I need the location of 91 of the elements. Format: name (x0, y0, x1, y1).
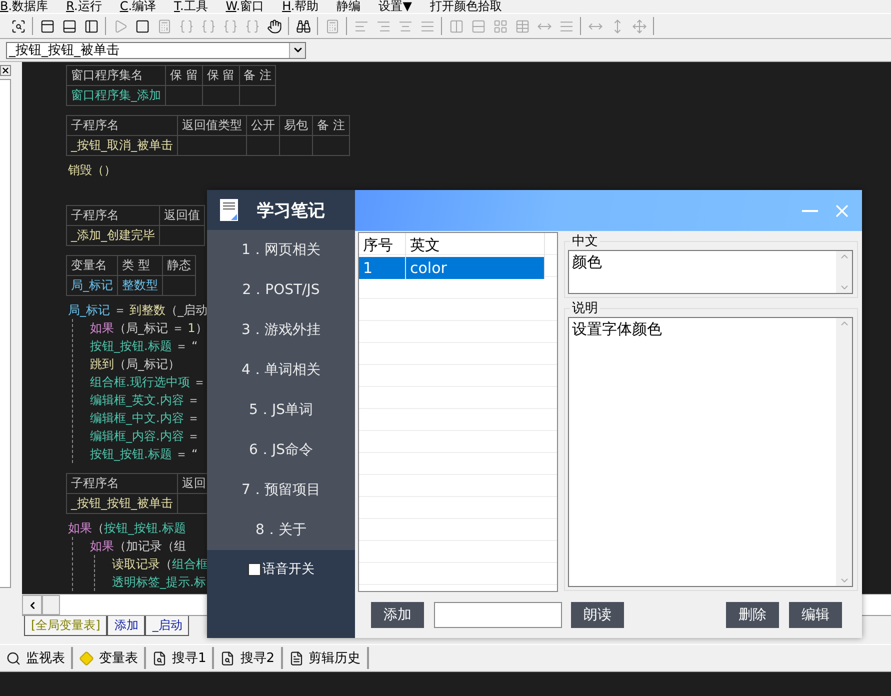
code-line: 局_标记 ＝ 到整数（_启动 (68, 302, 208, 319)
input-field[interactable] (434, 602, 562, 628)
hand-icon[interactable] (265, 17, 283, 35)
table-header-cell: 备 注 (312, 116, 350, 136)
nav-item[interactable]: 6．JS命令 (207, 430, 355, 470)
code-tab[interactable]: _启动 (145, 616, 190, 636)
caret-icon (289, 42, 305, 58)
nav-item[interactable]: 3．游戏外挂 (207, 310, 355, 350)
document-icon (288, 650, 304, 666)
table-cell: _按钮_取消_被单击 (66, 136, 178, 156)
panel-tab-label: 变量表 (99, 650, 138, 667)
menu-item[interactable]: 打开颜色拾取 (430, 0, 502, 13)
panel-tab[interactable]: 变量表 (73, 647, 146, 669)
code-tab[interactable]: 添加 (107, 616, 146, 636)
code-line: 跳到（局_标记） (90, 356, 180, 373)
notepad-icon (219, 198, 239, 222)
scroll-thumb[interactable] (42, 595, 60, 615)
nav-item[interactable]: 8．关于 (207, 510, 355, 550)
table-header-cell: 类 型 (118, 256, 162, 276)
nav-item[interactable]: 2．POST/JS (207, 270, 355, 310)
minimize-icon (802, 210, 818, 212)
panel-tab[interactable]: 监视表 (0, 647, 73, 669)
table-header-cell: 子程序名 (66, 474, 178, 494)
menu-item[interactable]: 静编 (336, 0, 361, 13)
menu-item[interactable]: C.编译 (120, 0, 156, 13)
close-button[interactable] (0, 65, 11, 76)
panel-tab[interactable]: 剪辑历史 (282, 647, 369, 669)
nav-item[interactable]: 1．网页相关 (207, 230, 355, 270)
table-header-cell: 窗口程序集名 (66, 66, 166, 86)
table-header-cell: 易包 (280, 116, 312, 136)
menu-item[interactable]: 设置▼ (378, 0, 412, 13)
group-label: 中文 (571, 233, 599, 250)
code-tab[interactable]: [全局变量表] (24, 616, 108, 636)
table-cell: 整数型 (118, 276, 162, 296)
menu-item[interactable]: B.数据库 (0, 0, 48, 13)
magnifier-icon (6, 650, 21, 666)
menu-item[interactable]: R.运行 (66, 0, 102, 13)
table-header-cell: 子程序名 (66, 206, 160, 226)
table-cell: 局_标记 (66, 276, 118, 296)
table-header-cell: 公开 (246, 116, 280, 136)
nav-item[interactable]: 5．JS单词 (207, 390, 355, 430)
delete-button[interactable]: 删除 (726, 602, 779, 628)
table-header-cell: 保 留 (166, 66, 202, 86)
panel-tab[interactable]: 搜寻2 (214, 647, 283, 669)
menu-item[interactable]: W.窗口 (226, 0, 264, 13)
nav-item[interactable]: 4．单词相关 (207, 350, 355, 390)
code-line: 编辑框_英文.内容 ＝ (90, 392, 200, 409)
menu-item[interactable]: T.工具 (174, 0, 208, 13)
minimize-button[interactable] (802, 210, 818, 212)
list-cell[interactable]: 1 (359, 257, 406, 279)
scroll-left-button[interactable] (22, 595, 42, 615)
table-header-cell: 返回值 (160, 206, 204, 226)
description-text-area[interactable]: 设置字体颜色 (568, 317, 853, 587)
code-line: 销毁（） (68, 162, 116, 179)
list-cell[interactable]: color (406, 257, 544, 279)
code-line: 如果（局_标记 ＝ 1） (90, 320, 208, 337)
code-line: 编辑框_内容.内容 ＝ (90, 428, 200, 445)
table-header-cell: 变量名 (66, 256, 118, 276)
table-cell: 窗口程序集_添加 (66, 86, 166, 106)
panel-tab-label: 剪辑历史 (308, 650, 361, 667)
find-document-icon (152, 650, 167, 666)
code-line: 如果（加记录（组 (90, 538, 186, 555)
find-document-icon (220, 650, 236, 666)
table-header-cell: 保 留 (202, 66, 240, 86)
table-header-cell: 备 注 (239, 66, 276, 86)
voice-checkbox[interactable]: 语音开关 (248, 560, 314, 578)
code-line: 读取记录（组合框 (112, 556, 208, 573)
app-title: 学习笔记 (257, 200, 325, 222)
panel-tab-label: 监视表 (26, 650, 65, 667)
read-aloud-button[interactable]: 朗读 (571, 602, 624, 628)
menu-item[interactable]: H.帮助 (282, 0, 319, 13)
table-header-cell: 静态 (162, 256, 196, 276)
panel-tab-label: 搜寻2 (240, 650, 275, 667)
table-cell: _添加_创建完毕 (66, 226, 160, 246)
code-line: 如果（按钮_按钮.标题 (68, 520, 186, 537)
code-line: 按钮_按钮.标题 ＝ “ (90, 446, 198, 463)
chinese-text-area[interactable]: 颜色 (568, 250, 853, 294)
diamond-icon (79, 650, 94, 666)
code-line: 透明标签_提示.标 (112, 574, 206, 591)
group-label: 说明 (571, 300, 599, 317)
table-cell: _按钮_按钮_被单击 (66, 494, 178, 514)
subroutine-dropdown[interactable]: _按钮_按钮_被单击 (6, 42, 306, 58)
panel-tab[interactable]: 搜寻1 (146, 647, 214, 669)
code-line: 编辑框_中文.内容 ＝ (90, 410, 200, 427)
edit-button[interactable]: 编辑 (789, 602, 842, 628)
add-button[interactable]: 添加 (371, 602, 424, 628)
panel-tab-label: 搜寻1 (172, 650, 206, 667)
code-line: 按钮_按钮.标题 ＝ “ (90, 338, 198, 355)
table-header-cell: 子程序名 (66, 116, 178, 136)
code-line: 组合框.现行选中项 ＝ (90, 374, 206, 391)
table-header-cell: 返回值类型 (178, 116, 246, 136)
